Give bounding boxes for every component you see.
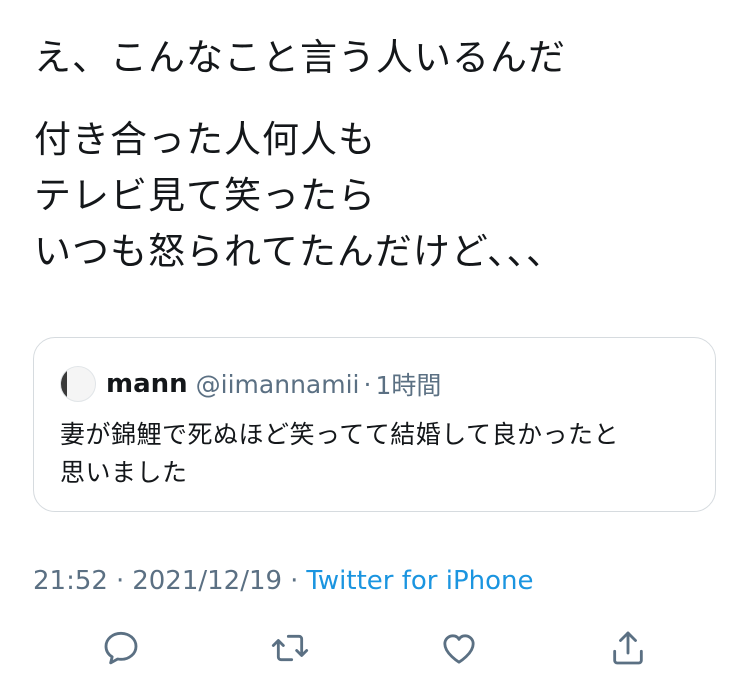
tweet-date[interactable]: 2021/12/19 (132, 566, 282, 596)
retweet-icon (271, 634, 309, 662)
quoted-tweet-header: mann @iimannamii · 1時間 (60, 364, 441, 404)
tweet-text-line: テレビ見て笑ったら (34, 174, 376, 217)
quoted-text-line: 思いました (60, 458, 188, 487)
tweet-actions (0, 626, 750, 670)
quoted-tweet-time: 1時間 (375, 371, 442, 400)
tweet-source-link[interactable]: Twitter for iPhone (306, 566, 533, 596)
quoted-text-line: 妻が錦鯉で死ぬほど笑ってて結婚して良かったと (60, 420, 620, 449)
separator-dot: · (363, 369, 372, 399)
tweet-metadata: 21:52 · 2021/12/19 · Twitter for iPhone (33, 561, 534, 601)
tweet-text-line: 付き合った人何人も (34, 118, 376, 161)
like-button[interactable] (437, 626, 481, 670)
quoted-user-name[interactable]: mann (106, 369, 188, 399)
quoted-tweet-card[interactable]: mann @iimannamii · 1時間 妻が錦鯉で死ぬほど笑ってて結婚して… (33, 337, 716, 512)
heart-icon (443, 634, 475, 664)
reply-icon (104, 631, 138, 665)
tweet-text-line: いつも怒られてたんだけど、、、 (34, 230, 565, 273)
separator-dot: · (115, 566, 125, 596)
avatar[interactable] (60, 366, 96, 402)
reply-button[interactable] (99, 626, 143, 670)
quoted-tweet-text: 妻が錦鯉で死ぬほど笑ってて結婚して良かったと 思いました (60, 416, 700, 492)
separator-dot: · (290, 566, 299, 596)
share-icon (613, 631, 643, 665)
tweet-text: え、こんなこと言う人いるんだ 付き合った人何人も テレビ見て笑ったら いつも怒ら… (34, 30, 724, 280)
retweet-button[interactable] (268, 626, 312, 670)
tweet-detail: え、こんなこと言う人いるんだ 付き合った人何人も テレビ見て笑ったら いつも怒ら… (0, 0, 750, 695)
tweet-time[interactable]: 21:52 (33, 566, 108, 596)
tweet-text-line: え、こんなこと言う人いるんだ (34, 36, 566, 79)
quoted-user-handle[interactable]: @iimannamii (196, 370, 360, 399)
share-button[interactable] (606, 626, 650, 670)
